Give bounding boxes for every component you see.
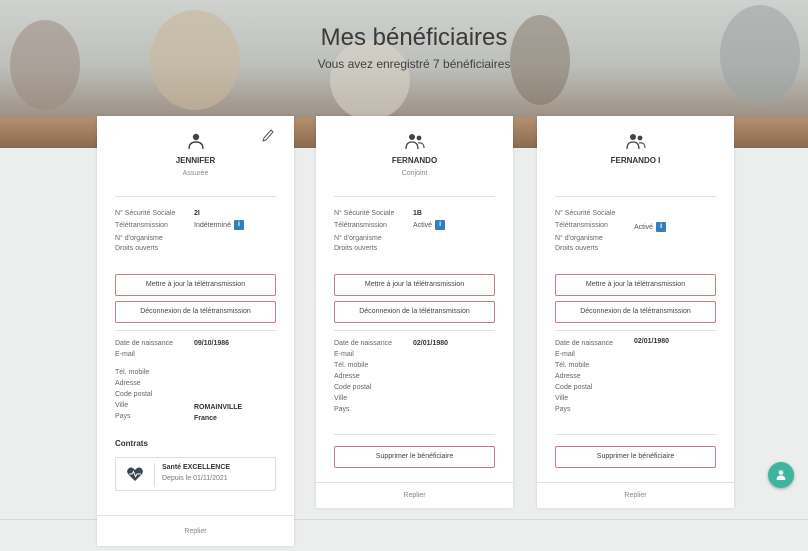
- divider: [316, 482, 513, 483]
- teletrans-status: Activé i: [413, 220, 446, 230]
- divider: [154, 463, 155, 487]
- birth-label: Date de naissance: [115, 340, 173, 347]
- fold-button[interactable]: Replier: [97, 528, 294, 535]
- email-label: E-mail: [334, 351, 354, 358]
- fold-button[interactable]: Replier: [316, 492, 513, 499]
- city-label: Ville: [115, 402, 129, 409]
- divider: [115, 330, 276, 331]
- address-label: Adresse: [115, 380, 141, 387]
- fold-button[interactable]: Replier: [537, 492, 734, 499]
- teletrans-status: Indéterminé i: [194, 220, 244, 230]
- divider: [555, 196, 716, 197]
- divider: [555, 434, 716, 435]
- tel-label: Tél. mobile: [334, 362, 369, 369]
- heart-pulse-icon: [127, 467, 143, 481]
- email-label: E-mail: [555, 351, 575, 358]
- birth-label: Date de naissance: [555, 340, 613, 347]
- disconnect-teletrans-button[interactable]: Déconnexion de la télétransmission: [334, 301, 495, 323]
- divider: [334, 434, 495, 435]
- divider: [115, 196, 276, 197]
- beneficiary-role: Conjoint: [401, 170, 428, 177]
- beneficiary-name: JENNIFER: [175, 156, 216, 165]
- birth-value: 09/10/1986: [194, 340, 230, 347]
- teletrans-status: Activé i: [634, 222, 667, 232]
- organisme-label: N° d'organisme: [115, 235, 163, 242]
- country-label: Pays: [334, 406, 350, 413]
- teletrans-label: Télétransmission: [555, 222, 608, 229]
- info-icon[interactable]: i: [233, 220, 244, 230]
- beneficiary-card: FERNANDO I N° Sécurité Sociale Télétrans…: [537, 116, 734, 508]
- beneficiary-role: Assurée: [182, 170, 209, 177]
- info-icon[interactable]: i: [435, 220, 446, 230]
- birth-value: 02/01/1980: [413, 340, 449, 347]
- delete-beneficiary-button[interactable]: Supprimer le bénéficiaire: [334, 446, 495, 468]
- update-teletrans-button[interactable]: Mettre à jour la télétransmission: [334, 274, 495, 296]
- update-teletrans-button[interactable]: Mettre à jour la télétransmission: [555, 274, 716, 296]
- contracts-title: Contrats: [115, 439, 148, 448]
- delete-beneficiary-button[interactable]: Supprimer le bénéficiaire: [555, 446, 716, 468]
- droits-label: Droits ouverts: [334, 245, 378, 252]
- secu-label: N° Sécurité Sociale: [115, 210, 176, 217]
- birth-value: 02/01/1980: [634, 338, 670, 345]
- city-value: ROMAINVILLE: [194, 404, 243, 411]
- country-label: Pays: [555, 406, 571, 413]
- people-icon: [404, 134, 425, 150]
- postal-label: Code postal: [334, 384, 372, 391]
- country-value: France: [194, 415, 217, 422]
- disconnect-teletrans-button[interactable]: Déconnexion de la télétransmission: [115, 301, 276, 323]
- organisme-label: N° d'organisme: [334, 235, 382, 242]
- contract-name: Santé EXCELLENCE: [162, 464, 231, 471]
- city-label: Ville: [334, 395, 348, 402]
- tel-label: Tél. mobile: [115, 369, 150, 376]
- secu-value: 2I: [194, 210, 200, 217]
- secu-label: N° Sécurité Sociale: [555, 210, 616, 217]
- divider: [97, 515, 294, 516]
- divider: [334, 330, 495, 331]
- teletrans-value: Activé: [413, 221, 433, 229]
- divider: [334, 196, 495, 197]
- beneficiary-card: FERNANDO Conjoint N° Sécurité Sociale 1B…: [316, 116, 513, 508]
- tel-label: Tél. mobile: [555, 362, 590, 369]
- update-teletrans-button[interactable]: Mettre à jour la télétransmission: [115, 274, 276, 296]
- droits-label: Droits ouverts: [555, 245, 599, 252]
- birth-label: Date de naissance: [334, 340, 392, 347]
- beneficiary-card: JENNIFER Assurée N° Sécurité Sociale 2I …: [97, 116, 294, 546]
- person-icon: [776, 470, 786, 480]
- organisme-label: N° d'organisme: [555, 235, 603, 242]
- address-label: Adresse: [555, 373, 581, 380]
- city-label: Ville: [555, 395, 569, 402]
- postal-label: Code postal: [555, 384, 593, 391]
- add-beneficiary-button[interactable]: [768, 462, 794, 488]
- teletrans-label: Télétransmission: [115, 222, 168, 229]
- page-subtitle: Vous avez enregistré 7 bénéficiaires: [317, 57, 511, 71]
- page-title: Mes bénéficiaires: [320, 24, 508, 51]
- country-label: Pays: [115, 413, 131, 420]
- teletrans-label: Télétransmission: [334, 222, 387, 229]
- contract-since: Depuis le 01/11/2021: [162, 475, 228, 482]
- beneficiary-name: FERNANDO I: [610, 156, 661, 165]
- secu-value: 1B: [413, 210, 422, 217]
- disconnect-teletrans-button[interactable]: Déconnexion de la télétransmission: [555, 301, 716, 323]
- people-icon: [625, 134, 646, 150]
- contract-card[interactable]: Santé EXCELLENCE Depuis le 01/11/2021: [115, 457, 276, 491]
- divider: [537, 482, 734, 483]
- secu-label: N° Sécurité Sociale: [334, 210, 395, 217]
- info-icon[interactable]: i: [656, 222, 667, 232]
- person-icon: [187, 133, 204, 150]
- email-label: E-mail: [115, 351, 135, 358]
- droits-label: Droits ouverts: [115, 245, 159, 252]
- postal-label: Code postal: [115, 391, 153, 398]
- beneficiary-name: FERNANDO: [391, 156, 438, 165]
- teletrans-value: Indéterminé: [194, 221, 231, 229]
- divider: [555, 330, 716, 331]
- edit-icon[interactable]: [260, 128, 274, 144]
- teletrans-value: Activé: [634, 223, 654, 231]
- address-label: Adresse: [334, 373, 360, 380]
